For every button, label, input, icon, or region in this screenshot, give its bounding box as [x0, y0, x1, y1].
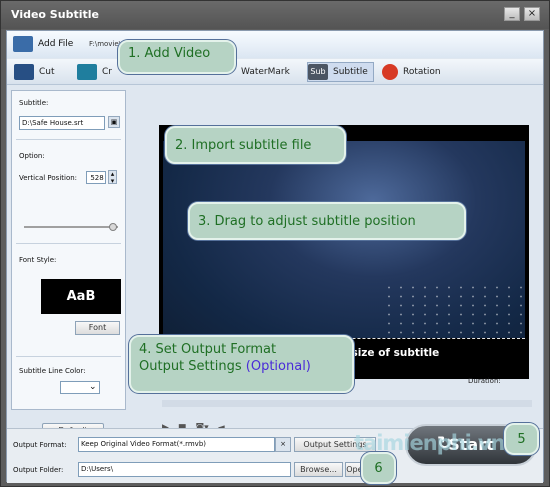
callout-output-settings: 4. Set Output Format Output Settings (Op…: [129, 335, 354, 393]
top-toolbar: Add File F:\movie\: [7, 31, 543, 58]
callout-drag-position: 3. Drag to adjust subtitle position: [188, 202, 466, 240]
duration-label: Duration:: [468, 377, 501, 385]
subtitle-icon: Sub: [308, 64, 328, 80]
subtitle-file-input[interactable]: D:\Safe House.srt: [19, 116, 105, 130]
tab-subtitle[interactable]: Sub Subtitle: [307, 62, 374, 82]
vertical-position-slider[interactable]: [24, 226, 118, 228]
spinner-icon[interactable]: ▴ ▾: [108, 170, 117, 185]
playback-progress[interactable]: [162, 400, 532, 407]
output-format-label: Output Format:: [13, 441, 67, 449]
callout-add-video: 1. Add Video: [118, 40, 236, 74]
add-file-button[interactable]: Add File: [13, 34, 73, 54]
subtitle-options-panel: Subtitle: D:\Safe House.srt ▣ Option: Ve…: [11, 90, 126, 438]
tab-cut[interactable]: Cut: [14, 62, 55, 82]
tab-watermark-label: WaterMark: [241, 67, 290, 77]
callout-optional-text: (Optional): [245, 359, 311, 374]
vertical-position-field[interactable]: 528: [86, 171, 106, 184]
add-file-icon: [13, 36, 33, 52]
output-format-select[interactable]: Keep Original Video Format(*.rmvb): [78, 437, 275, 452]
tab-rotation[interactable]: Rotation: [382, 62, 441, 82]
vertical-position-label: Vertical Position:: [19, 174, 78, 182]
rotation-icon: [382, 64, 398, 80]
divider: [16, 356, 121, 357]
crop-icon: [77, 64, 97, 80]
font-style-label: Font Style:: [19, 256, 57, 264]
subtitle-line-color-label: Subtitle Line Color:: [19, 367, 86, 375]
cut-film-icon: [14, 64, 34, 80]
callout-output-settings-text: Output Settings: [139, 359, 242, 374]
clear-icon[interactable]: ×: [275, 437, 291, 452]
font-button[interactable]: Font: [75, 321, 120, 335]
slider-thumb[interactable]: [109, 223, 117, 231]
file-path: F:\movie\: [89, 40, 122, 48]
video-frame: [163, 141, 525, 355]
tab-cut-label: Cut: [39, 67, 55, 77]
subtitle-label: Subtitle:: [19, 99, 49, 107]
window-title: Video Subtitle: [11, 8, 99, 21]
divider: [16, 139, 121, 140]
minimize-button[interactable]: _: [504, 7, 520, 21]
callout-output-line-2: Output Settings (Optional): [139, 358, 344, 375]
tab-crop-label: Cr: [102, 67, 112, 77]
tab-watermark[interactable]: WaterMark: [241, 62, 290, 82]
callout-step-6: 6: [361, 452, 396, 484]
option-label: Option:: [19, 152, 45, 160]
city-lights: [383, 283, 525, 343]
tab-rotation-label: Rotation: [403, 67, 441, 77]
edit-tabs: Cut Cr WaterMark Sub Subtitle Rotation: [7, 59, 543, 85]
title-bar: Video Subtitle _ ×: [1, 1, 549, 29]
callout-output-line-1: 4. Set Output Format: [139, 342, 277, 357]
font-sample: AaB: [41, 279, 121, 314]
add-file-label: Add File: [38, 39, 74, 49]
chevron-down-icon: ⌄: [89, 382, 97, 392]
video-subtitle-window: Video Subtitle _ × Add File F:\movie\ Cu…: [0, 0, 550, 487]
tab-subtitle-label: Subtitle: [333, 67, 368, 77]
folder-icon[interactable]: ▣: [108, 116, 120, 128]
callout-import-subtitle: 2. Import subtitle file: [165, 126, 346, 164]
browse-button[interactable]: Browse...: [294, 462, 343, 477]
output-folder-input[interactable]: D:\Users\: [78, 462, 291, 477]
divider: [16, 243, 121, 244]
output-folder-label: Output Folder:: [13, 466, 64, 474]
tab-crop[interactable]: Cr: [77, 62, 112, 82]
main-panel: Add File F:\movie\ Cut Cr WaterMark Sub …: [6, 30, 544, 483]
close-button[interactable]: ×: [524, 7, 540, 21]
callout-step-5: 5: [504, 423, 539, 455]
